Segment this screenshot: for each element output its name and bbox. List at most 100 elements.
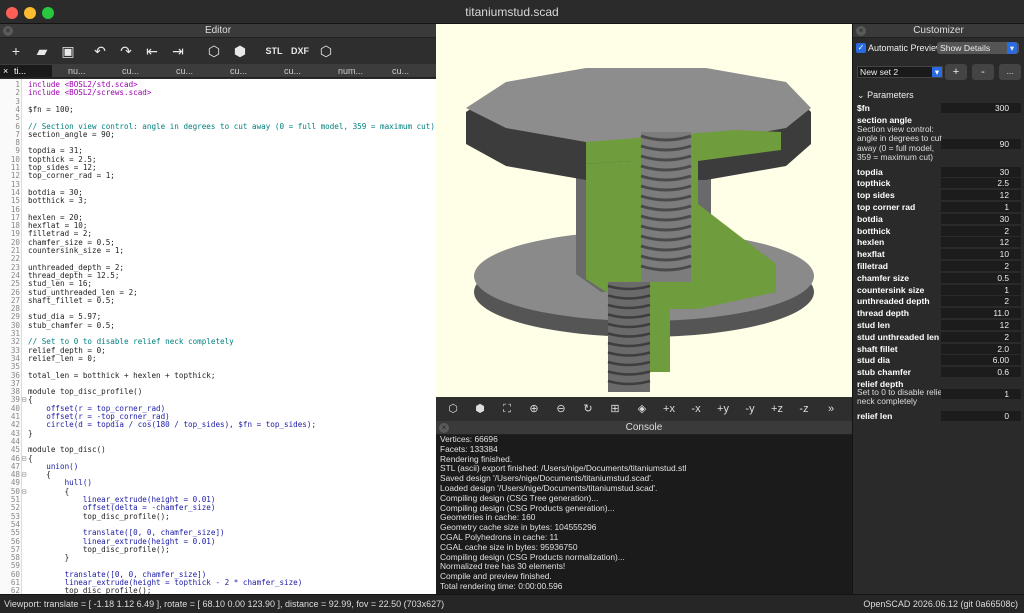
fold-icon[interactable]: ⊟ [20,487,28,496]
open-folder-icon[interactable]: ▰ [30,40,54,62]
param-input[interactable]: 6.00 [941,355,1021,366]
param-input[interactable]: 12 [941,237,1021,248]
view-left-icon[interactable]: -x [687,401,705,417]
param-row: top corner rad 1 [857,201,1021,213]
render-icon[interactable]: ⬢ [228,40,252,62]
new-file-icon[interactable]: + [4,40,28,62]
param-input[interactable]: 1 [941,202,1021,212]
line-text: botthick = 3; [28,196,88,206]
close-icon[interactable]: × [856,26,866,36]
param-label: stud unthreaded len [857,331,940,342]
param-input[interactable]: 0 [941,410,1021,421]
view-front-icon[interactable]: -y [741,401,759,417]
param-input[interactable]: 2.5 [941,178,1021,189]
file-tab[interactable]: cu... [162,65,214,77]
fold-icon[interactable]: ⊟ [20,395,28,404]
param-row: botdia 30 [857,213,1021,225]
code-line: 53 top_disc_profile(); [0,511,436,521]
export-stl-icon[interactable]: STL [262,40,286,62]
remove-preset-button[interactable]: - [972,64,994,80]
param-input[interactable]: 2 [941,225,1021,236]
close-icon[interactable]: × [3,26,13,36]
view-bottom-icon[interactable]: -z [795,401,813,417]
show-details-select[interactable]: Show Details ▾ [937,42,1019,54]
param-row: relief len 0 [857,410,1021,422]
console-panel: × Console Vertices: 66696 Facets: 133384… [436,421,852,594]
param-input[interactable]: 10 [941,249,1021,260]
param-input[interactable]: 30 [941,166,1021,177]
zoom-out-icon[interactable]: ⊖ [552,401,570,417]
undo-icon[interactable]: ↶ [88,40,112,62]
file-tab[interactable]: num... [324,65,376,77]
param-input[interactable]: 12 [941,190,1021,201]
param-row: stud len 12 [857,319,1021,331]
file-tab[interactable]: cu... [270,65,322,77]
unindent-icon[interactable]: ⇤ [140,40,164,62]
add-preset-button[interactable]: + [945,64,967,80]
preview-icon[interactable]: ⬡ [202,40,226,62]
param-input[interactable]: 2 [941,296,1021,307]
param-description: Set to 0 to disable relief neck complete… [857,386,945,407]
file-tab[interactable]: cu... [378,65,430,77]
preset-select[interactable]: New set 2 ▾ [857,66,943,78]
view-all-icon[interactable]: ⛶ [498,401,516,417]
section-angle-input[interactable]: 90 [941,138,1021,149]
reset-view-icon[interactable]: ↻ [579,401,597,417]
param-input[interactable]: 1 [941,284,1021,295]
param-label: filletrad [857,261,889,271]
file-tab[interactable]: × ti... [0,65,52,77]
console-output: Vertices: 66696 Facets: 133384 Rendering … [440,434,850,592]
code-editor[interactable]: 1 include <BOSL2/std.scad> 2 include <BOSL2… [0,79,436,594]
param-input[interactable]: 12 [941,320,1021,330]
export-3d-icon[interactable]: ⬡ [314,40,338,62]
code-line: 45 module top_disc() [0,445,436,454]
orthogonal-icon[interactable]: ◈ [633,401,651,417]
export-dxf-icon[interactable]: DXF [288,40,312,62]
param-input[interactable]: 2 [941,331,1021,342]
preset-more-button[interactable]: ... [999,64,1021,80]
param-input[interactable]: 30 [941,213,1021,224]
redo-icon[interactable]: ↷ [114,40,138,62]
fold-icon[interactable]: ⊟ [20,470,28,479]
param-input[interactable]: 0.6 [941,367,1021,378]
file-tab[interactable]: cu... [108,65,160,77]
save-icon[interactable]: ▣ [56,40,80,62]
relief-depth-input[interactable]: 1 [941,388,1021,399]
perspective-icon[interactable]: ⊞ [606,401,624,417]
code-line: 38 module top_disc_profile() [0,387,436,397]
3d-viewport[interactable] [436,24,852,397]
parameters-section-header[interactable]: ⌄ Parameters [857,90,914,101]
viewport-toolbar: ⬡ ⬢ ⛶ ⊕ ⊖ ↻ ⊞ ◈ +x -x +y -y +z -z » [436,397,852,421]
line-text: top_corner_rad = 1; [28,171,115,181]
param-label: relief len [857,410,893,421]
param-input[interactable]: 2.0 [941,343,1021,354]
zoom-in-icon[interactable]: ⊕ [525,401,543,417]
code-line: 47 union() [0,462,436,471]
file-tab[interactable]: cu... [216,65,268,77]
line-text: relief_len = 0; [28,353,97,363]
fold-icon[interactable]: ⊟ [20,454,28,463]
line-text: module top_disc_profile() [28,387,143,397]
view-back-icon[interactable]: +y [714,401,732,417]
param-input[interactable]: 11.0 [941,308,1021,319]
view-right-icon[interactable]: +x [660,401,678,417]
param-input[interactable]: 300 [941,103,1021,113]
close-icon[interactable]: × [439,423,449,433]
model-render [466,68,814,392]
file-tabs: × ti... nu... cu... cu... cu... cu... num... cu.… [0,64,436,78]
line-text: top_disc_profile(); [28,511,170,521]
view-top-icon[interactable]: +z [768,401,786,417]
file-tab[interactable]: nu... [54,65,106,77]
preview-icon[interactable]: ⬡ [444,401,462,417]
viewport-status: Viewport: translate = [ -1.18 1.12 6.49 … [4,599,445,609]
console-line: Vertices: 66696 [440,434,498,444]
param-input[interactable]: 2 [941,261,1021,271]
auto-preview-checkbox[interactable]: ✓ [856,43,866,53]
indent-icon[interactable]: ⇥ [166,40,190,62]
param-row: shaft fillet 2.0 [857,343,1021,355]
more-icon[interactable]: » [822,401,840,417]
close-tab-icon[interactable]: × [3,65,8,77]
render-icon[interactable]: ⬢ [471,401,489,417]
param-input[interactable]: 0.5 [941,272,1021,283]
tab-label: cu... [122,66,140,76]
